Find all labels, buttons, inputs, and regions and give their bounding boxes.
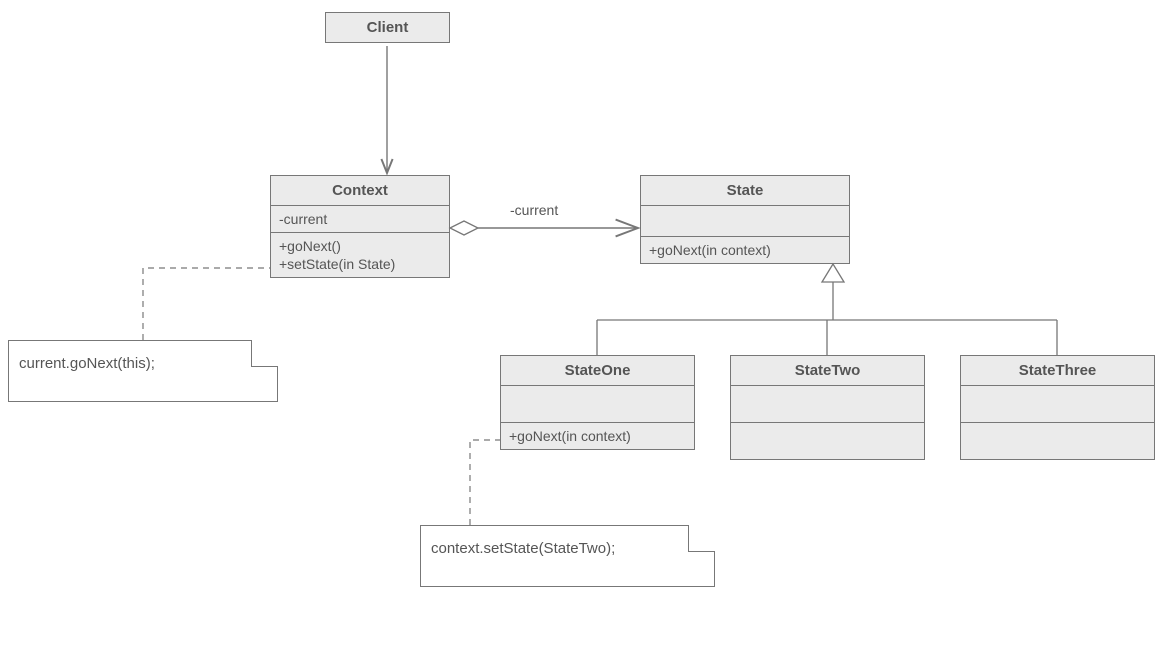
uml-title: StateOne bbox=[501, 356, 694, 386]
uml-class-stateone: StateOne +goNext(in context) bbox=[500, 355, 695, 450]
uml-title: StateThree bbox=[961, 356, 1154, 386]
uml-attributes bbox=[641, 206, 849, 237]
uml-title: State bbox=[641, 176, 849, 206]
uml-op: +setState(in State) bbox=[279, 255, 441, 273]
uml-operations bbox=[961, 423, 1154, 459]
edge-context-state bbox=[450, 221, 638, 235]
uml-attr: -current bbox=[279, 210, 441, 228]
note-corner-icon bbox=[689, 525, 715, 551]
uml-op: +goNext(in context) bbox=[649, 241, 841, 259]
uml-operations: +goNext() +setState(in State) bbox=[271, 233, 449, 277]
uml-title: Context bbox=[271, 176, 449, 206]
uml-attributes bbox=[501, 386, 694, 423]
uml-class-state: State +goNext(in context) bbox=[640, 175, 850, 264]
uml-note-context: current.goNext(this); bbox=[8, 340, 278, 402]
uml-attributes bbox=[961, 386, 1154, 423]
uml-note-stateone: context.setState(StateTwo); bbox=[420, 525, 715, 587]
uml-attributes bbox=[731, 386, 924, 423]
edge-note2 bbox=[470, 440, 500, 525]
uml-class-client: Client bbox=[325, 12, 450, 43]
edge-note1 bbox=[143, 268, 270, 340]
uml-title: StateTwo bbox=[731, 356, 924, 386]
association-label: -current bbox=[510, 202, 558, 218]
uml-op: +goNext() bbox=[279, 237, 441, 255]
edge-generalization bbox=[597, 264, 1057, 355]
uml-op: +goNext(in context) bbox=[509, 427, 686, 445]
note-corner-icon bbox=[252, 340, 278, 366]
uml-operations: +goNext(in context) bbox=[501, 423, 694, 449]
uml-operations: +goNext(in context) bbox=[641, 237, 849, 263]
note-text: context.setState(StateTwo); bbox=[431, 540, 615, 557]
uml-operations bbox=[731, 423, 924, 459]
uml-class-context: Context -current +goNext() +setState(in … bbox=[270, 175, 450, 278]
uml-class-statetwo: StateTwo bbox=[730, 355, 925, 460]
uml-class-statethree: StateThree bbox=[960, 355, 1155, 460]
uml-attributes: -current bbox=[271, 206, 449, 233]
uml-title: Client bbox=[326, 13, 449, 42]
note-text: current.goNext(this); bbox=[19, 355, 155, 372]
